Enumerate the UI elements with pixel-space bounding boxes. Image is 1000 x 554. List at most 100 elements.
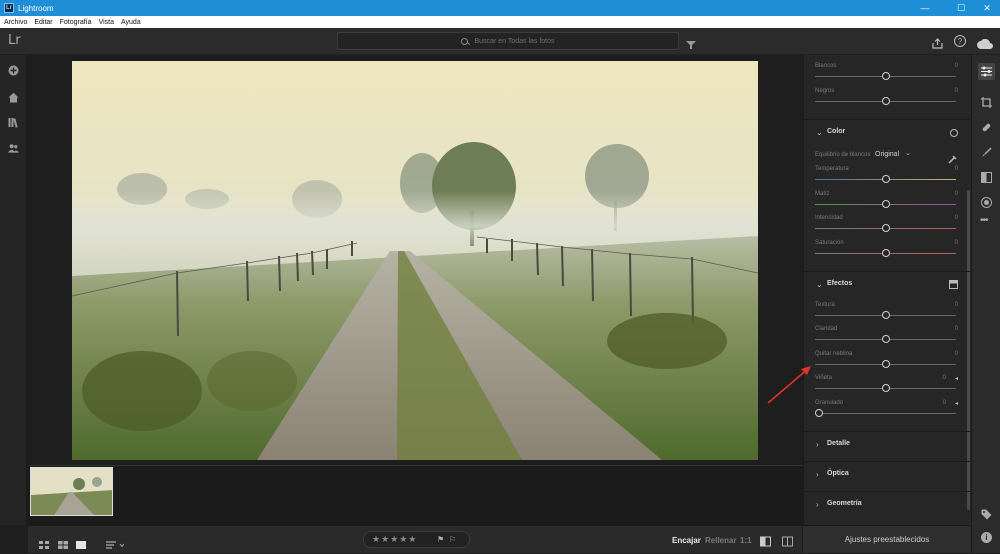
slider-value: 0 [954, 215, 958, 221]
brush-icon[interactable] [981, 145, 992, 163]
edit-sliders-icon[interactable] [978, 63, 995, 80]
slider-saturacion[interactable]: Saturación 0 [815, 240, 960, 264]
radial-gradient-icon[interactable] [981, 195, 992, 213]
filmstrip-thumbnail[interactable] [30, 467, 113, 516]
grain-options-icon[interactable]: ◂ [955, 400, 958, 407]
slider-claridad[interactable]: Claridad 0 [815, 326, 960, 350]
white-balance-row[interactable]: Equilibrio de blancos Original ⌄ [815, 150, 960, 164]
slider-intensidad[interactable]: Intensidad 0 [815, 215, 960, 239]
lr-logo: Lr [8, 33, 21, 48]
grid-large-icon[interactable] [58, 536, 68, 554]
single-view-icon[interactable] [76, 536, 86, 554]
before-after-icon[interactable] [760, 534, 771, 552]
effects-options-icon[interactable] [949, 280, 958, 291]
menu-editar[interactable]: Editar [34, 19, 52, 26]
cloud-icon[interactable] [977, 36, 993, 54]
chevron-down-icon: ⌄ [816, 128, 823, 137]
slider-matiz[interactable]: Matiz 0 [815, 191, 960, 215]
slider-label: Viñeta [815, 375, 832, 381]
wb-value[interactable]: Original [875, 151, 899, 158]
slider-knob[interactable] [882, 249, 890, 257]
section-title: Óptica [827, 470, 849, 477]
slider-knob[interactable] [882, 97, 890, 105]
section-title: Efectos [827, 280, 853, 287]
share-icon[interactable] [932, 36, 943, 54]
slider-knob[interactable] [882, 224, 890, 232]
section-geometria[interactable]: › Geometría [803, 491, 970, 517]
left-rail [0, 55, 27, 525]
section-optica[interactable]: › Óptica [803, 461, 970, 487]
slider-blancos[interactable]: Blancos 0 [815, 63, 960, 87]
presets-button[interactable]: Ajustes preestablecidos [803, 525, 971, 553]
flag-reject-icon[interactable]: ⚐ [449, 535, 456, 544]
add-photos-icon[interactable] [8, 65, 19, 76]
slider-label: Matiz [815, 191, 830, 197]
slider-quitar-neblina[interactable]: Quitar neblina 0 [815, 351, 960, 375]
slider-knob[interactable] [882, 200, 890, 208]
slider-value: 0 [954, 191, 958, 197]
slider-value: 0 [954, 240, 958, 246]
slider-label: Quitar neblina [815, 351, 853, 357]
chevron-right-icon: › [816, 500, 819, 509]
slider-knob[interactable] [882, 335, 890, 343]
section-color[interactable]: ⌄ Color [803, 119, 970, 145]
tag-icon[interactable] [981, 507, 992, 525]
slider-knob[interactable] [882, 72, 890, 80]
filmstrip [28, 465, 802, 525]
slider-knob[interactable] [882, 360, 890, 368]
fit-button[interactable]: Encajar [672, 536, 701, 545]
color-mixer-icon[interactable] [950, 129, 958, 137]
people-icon[interactable] [8, 143, 19, 154]
slider-value: 0 [954, 302, 958, 308]
sort-icon[interactable] [106, 536, 125, 554]
slider-label: Saturación [815, 240, 844, 246]
slider-knob[interactable] [882, 311, 890, 319]
vignette-options-icon[interactable]: ◂ [955, 375, 958, 382]
right-rail: ••• i [971, 55, 1000, 553]
slider-textura[interactable]: Textura 0 [815, 302, 960, 326]
flag-pick-icon[interactable]: ⚑ [437, 535, 444, 544]
search-input[interactable]: Buscar en Todas las fotos [337, 32, 679, 50]
search-icon [461, 37, 469, 45]
info-icon[interactable]: i [981, 532, 992, 543]
top-toolbar: Lr Buscar en Todas las fotos ? [0, 28, 1000, 55]
linear-gradient-icon[interactable] [981, 170, 992, 188]
bottom-toolbar: ★★★★★ ⚑ ⚐ Encajar Rellenar 1:1 [28, 525, 802, 553]
section-efectos[interactable]: ⌄ Efectos [803, 271, 970, 297]
menu-vista[interactable]: Vista [99, 19, 114, 26]
section-detalle[interactable]: › Detalle [803, 431, 970, 457]
slider-value: 0 [954, 166, 958, 172]
main-photo[interactable] [72, 61, 758, 460]
slider-knob[interactable] [815, 409, 823, 417]
close-button[interactable]: ✕ [972, 0, 1000, 16]
more-icon[interactable]: ••• [980, 215, 988, 226]
chevron-right-icon: › [816, 470, 819, 479]
slider-granulado[interactable]: Granulado 0 ◂ [815, 400, 960, 424]
slider-negros[interactable]: Negros 0 [815, 88, 960, 112]
slider-temperatura[interactable]: Temperatura 0 [815, 166, 960, 190]
compare-icon[interactable] [782, 534, 793, 552]
slider-label: Intensidad [815, 215, 843, 221]
home-icon[interactable] [8, 92, 19, 103]
slider-track [815, 413, 956, 414]
crop-icon[interactable] [981, 95, 992, 113]
library-icon[interactable] [8, 117, 19, 128]
healing-icon[interactable] [981, 120, 992, 138]
slider-label: Temperatura [815, 166, 849, 172]
slider-vineta[interactable]: Viñeta 0 ◂ [815, 375, 960, 399]
ratio-button[interactable]: 1:1 [740, 536, 752, 545]
filter-icon[interactable] [686, 37, 696, 55]
menu-archivo[interactable]: Archivo [4, 19, 27, 26]
app-icon: Lr [4, 3, 14, 13]
rating-stars[interactable]: ★★★★★ [372, 534, 417, 545]
fill-button[interactable]: Rellenar [705, 536, 737, 545]
menu-fotografia[interactable]: Fotografía [60, 19, 92, 26]
grid-small-icon[interactable] [39, 536, 49, 554]
slider-value: 0 [954, 88, 958, 94]
menu-ayuda[interactable]: Ayuda [121, 19, 141, 26]
minimize-button[interactable]: — [910, 0, 940, 16]
help-icon[interactable]: ? [954, 35, 966, 47]
slider-knob[interactable] [882, 384, 890, 392]
slider-label: Claridad [815, 326, 838, 332]
slider-knob[interactable] [882, 175, 890, 183]
